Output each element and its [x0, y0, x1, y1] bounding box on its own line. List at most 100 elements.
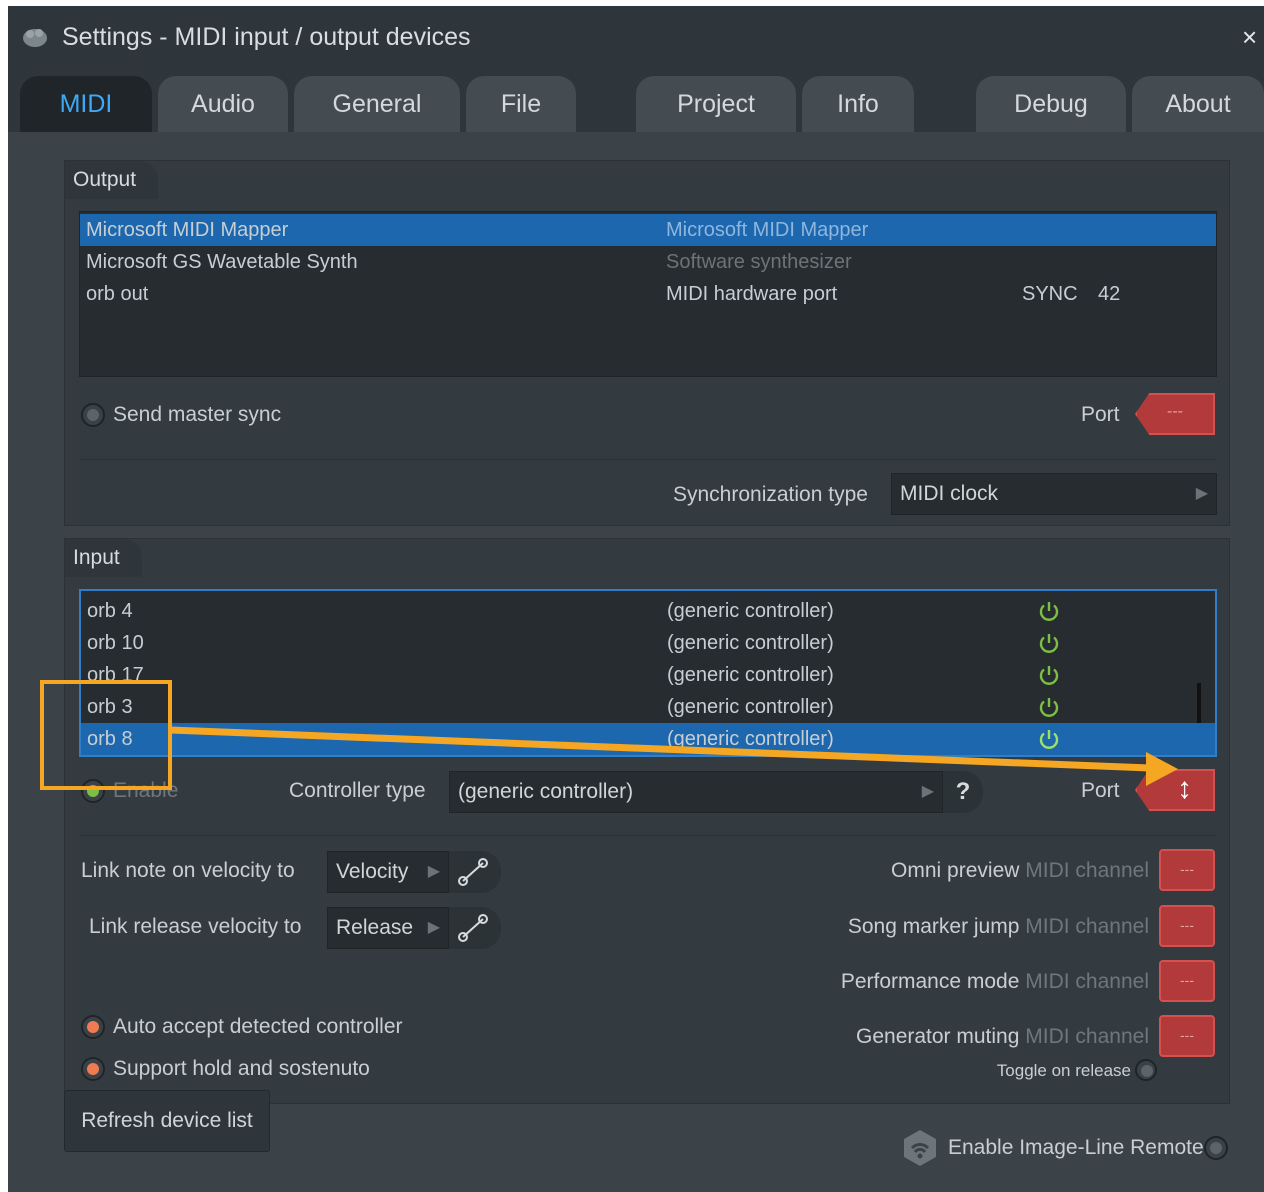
- settings-window: Settings - MIDI input / output devices ×…: [8, 6, 1264, 1192]
- sync-type-dropdown[interactable]: MIDI clock ▶: [891, 473, 1217, 515]
- input-device-row[interactable]: orb 3 (generic controller): [81, 691, 1215, 723]
- device-type: (generic controller): [667, 664, 834, 686]
- device-type: MIDI hardware port: [666, 283, 838, 305]
- chevron-right-icon: ▶: [427, 863, 440, 880]
- chevron-right-icon: ▶: [427, 919, 440, 936]
- resize-cursor-icon: ↕: [1177, 772, 1192, 805]
- power-icon[interactable]: [1037, 727, 1061, 751]
- port-number: 42: [1098, 283, 1121, 305]
- send-master-sync-label: Send master sync: [113, 403, 282, 426]
- device-name: orb 10: [87, 632, 144, 654]
- auto-accept-label: Auto accept detected controller: [113, 1015, 403, 1038]
- output-port-button[interactable]: ---: [1135, 393, 1215, 435]
- input-device-row[interactable]: orb 8 (generic controller): [81, 723, 1215, 755]
- input-panel: Input orb 4 (generic controller) orb 10 …: [64, 538, 1230, 1104]
- output-device-row[interactable]: Microsoft MIDI Mapper Microsoft MIDI Map…: [80, 214, 1216, 246]
- tab-midi[interactable]: MIDI: [20, 76, 152, 132]
- hold-sostenuto-label: Support hold and sostenuto: [113, 1057, 370, 1080]
- refresh-device-list-button[interactable]: Refresh device list: [64, 1090, 270, 1152]
- tab-project[interactable]: Project: [636, 76, 796, 132]
- input-device-row[interactable]: orb 10 (generic controller): [81, 627, 1215, 659]
- tab-general[interactable]: General: [294, 76, 460, 132]
- divider: [79, 835, 1217, 836]
- link-icon[interactable]: [449, 851, 501, 893]
- enable-remote-radio[interactable]: [1204, 1136, 1228, 1160]
- link-icon[interactable]: [449, 907, 501, 949]
- hold-sostenuto-radio[interactable]: [81, 1057, 105, 1081]
- chevron-right-icon: ▶: [1195, 485, 1208, 502]
- enable-remote-label: Enable Image-Line Remote: [948, 1136, 1204, 1159]
- input-label: Input: [65, 539, 142, 577]
- output-device-list[interactable]: Microsoft MIDI Mapper Microsoft MIDI Map…: [79, 211, 1217, 377]
- toggle-on-release-radio[interactable]: [1135, 1059, 1157, 1081]
- tab-debug[interactable]: Debug: [976, 76, 1126, 132]
- link-note-on-label: Link note on velocity to: [81, 859, 295, 882]
- output-panel: Output Microsoft MIDI Mapper Microsoft M…: [64, 160, 1230, 526]
- sync-type-label: Synchronization type: [673, 483, 868, 506]
- generator-muting-label: Generator muting MIDI channel: [856, 1025, 1149, 1048]
- input-device-row[interactable]: orb 4 (generic controller): [81, 595, 1215, 627]
- device-type: (generic controller): [667, 696, 834, 718]
- controller-type-dropdown[interactable]: (generic controller) ▶: [449, 771, 943, 813]
- release-velocity-value: Release: [336, 916, 414, 939]
- tab-audio[interactable]: Audio: [158, 76, 288, 132]
- device-type: Microsoft MIDI Mapper: [666, 219, 869, 241]
- device-name: Microsoft MIDI Mapper: [86, 219, 289, 241]
- scrollbar[interactable]: [1197, 683, 1201, 723]
- tab-info[interactable]: Info: [802, 76, 914, 132]
- input-device-list[interactable]: orb 4 (generic controller) orb 10 (gener…: [79, 589, 1217, 757]
- send-master-sync-radio[interactable]: [81, 403, 105, 427]
- device-name: orb 17: [87, 664, 144, 686]
- output-device-row[interactable]: Microsoft GS Wavetable Synth Software sy…: [80, 246, 1216, 278]
- input-port-label: Port: [1081, 779, 1120, 802]
- song-marker-jump-label: Song marker jump MIDI channel: [847, 915, 1149, 938]
- device-type: (generic controller): [667, 600, 834, 622]
- help-button[interactable]: ?: [943, 771, 983, 813]
- sync-type-value: MIDI clock: [900, 482, 999, 505]
- title-bar: Settings - MIDI input / output devices ×: [8, 6, 1264, 68]
- output-label: Output: [65, 161, 159, 199]
- controller-type-value: (generic controller): [458, 780, 634, 803]
- close-button[interactable]: ×: [1242, 24, 1264, 50]
- device-name: orb 4: [87, 600, 133, 622]
- window-title: Settings - MIDI input / output devices: [62, 23, 471, 51]
- link-release-label: Link release velocity to: [89, 915, 302, 938]
- tab-bar: MIDI Audio General File Project Info Deb…: [8, 68, 1264, 132]
- power-icon[interactable]: [1037, 599, 1061, 623]
- chevron-right-icon: ▶: [921, 783, 934, 800]
- omni-preview-channel-button[interactable]: ---: [1159, 849, 1215, 891]
- song-marker-channel-button[interactable]: ---: [1159, 905, 1215, 947]
- device-name: Microsoft GS Wavetable Synth: [86, 251, 358, 273]
- divider: [79, 459, 1217, 460]
- note-on-velocity-dropdown[interactable]: Velocity ▶: [327, 851, 449, 893]
- device-name: orb out: [86, 283, 149, 305]
- power-icon[interactable]: [1037, 695, 1061, 719]
- power-icon[interactable]: [1037, 663, 1061, 687]
- power-icon[interactable]: [1037, 631, 1061, 655]
- note-on-velocity-value: Velocity: [336, 860, 409, 883]
- auto-accept-radio[interactable]: [81, 1015, 105, 1039]
- controller-type-label: Controller type: [289, 779, 426, 802]
- release-velocity-dropdown[interactable]: Release ▶: [327, 907, 449, 949]
- device-type: (generic controller): [667, 728, 834, 750]
- performance-mode-channel-button[interactable]: ---: [1159, 960, 1215, 1002]
- sync-label: SYNC: [1022, 283, 1078, 305]
- tab-file[interactable]: File: [466, 76, 576, 132]
- omni-preview-label: Omni preview MIDI channel: [891, 859, 1149, 882]
- toggle-on-release-label: Toggle on release: [996, 1061, 1131, 1080]
- enable-label: Enable: [113, 779, 179, 802]
- input-port-button[interactable]: [1135, 769, 1215, 811]
- remote-icon: [904, 1130, 936, 1166]
- fl-studio-logo-icon: [23, 29, 47, 47]
- output-device-row[interactable]: orb out MIDI hardware port SYNC 42: [80, 278, 1216, 310]
- device-type: Software synthesizer: [666, 251, 852, 273]
- device-name: orb 3: [87, 696, 133, 718]
- tab-about[interactable]: About: [1132, 76, 1264, 132]
- device-type: (generic controller): [667, 632, 834, 654]
- enable-radio[interactable]: [81, 779, 105, 803]
- input-device-row[interactable]: orb 17 (generic controller): [81, 659, 1215, 691]
- output-port-label: Port: [1081, 403, 1120, 426]
- performance-mode-label: Performance mode MIDI channel: [840, 970, 1149, 993]
- device-name: orb 8: [87, 728, 133, 750]
- generator-muting-channel-button[interactable]: ---: [1159, 1015, 1215, 1057]
